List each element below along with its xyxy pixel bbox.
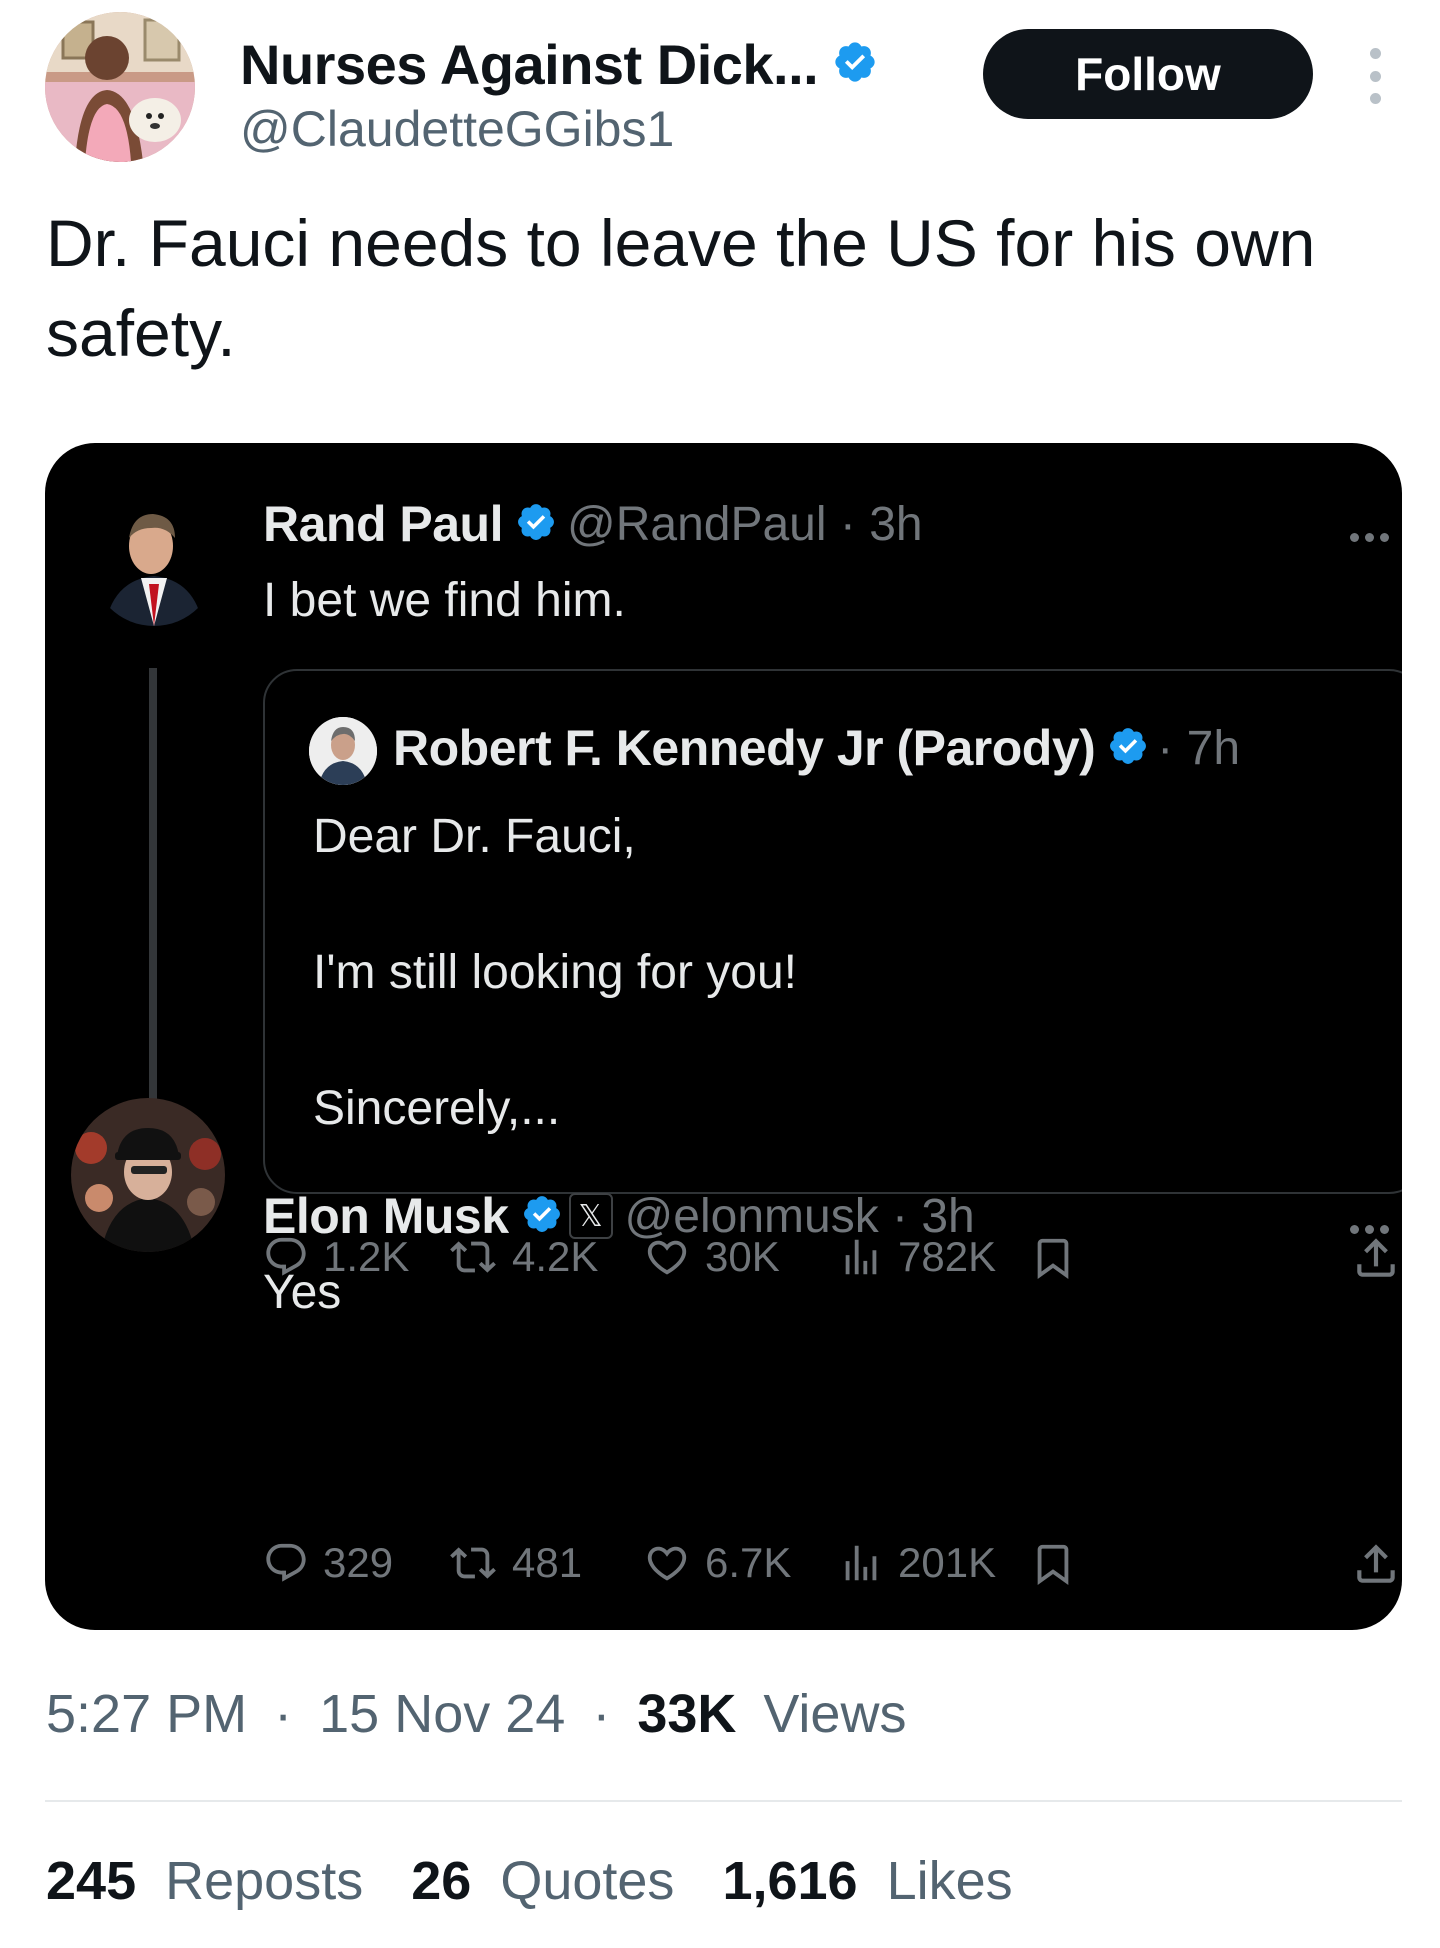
rand-paul-name: Rand Paul [263, 496, 503, 552]
verified-badge-icon [515, 501, 557, 548]
verified-badge-icon [832, 39, 878, 90]
repost-action[interactable]: 481 [448, 1539, 582, 1587]
rand-paul-text: I bet we find him. [263, 574, 626, 627]
reposts-stat[interactable]: 245 Reposts [46, 1850, 363, 1912]
bookmark-icon[interactable] [1030, 1233, 1076, 1283]
elon-musk-name: Elon Musk [263, 1188, 509, 1244]
views-icon [845, 1545, 877, 1581]
views-count: 201K [898, 1539, 997, 1586]
like-count: 6.7K [705, 1539, 792, 1586]
tweet-time[interactable]: 5:27 PM [46, 1684, 247, 1744]
bookmark-icon[interactable] [1030, 1539, 1076, 1589]
divider [45, 1800, 1402, 1802]
elon-musk-header: Elon Musk 𝕏 @elonmusk · 3h [263, 1187, 975, 1245]
elon-musk-avatar [71, 1098, 225, 1252]
reply-icon [266, 1543, 306, 1582]
quoted-line-1: Dear Dr. Fauci, [313, 810, 636, 863]
tweet-text: Dr. Fauci needs to leave the US for his … [46, 206, 1316, 370]
author-avatar[interactable] [45, 12, 195, 162]
quoted-line-3: Sincerely,... [313, 1082, 561, 1135]
author-handle[interactable]: @ClaudetteGGibs1 [240, 100, 674, 158]
meta-separator: · [274, 1684, 293, 1744]
rand-paul-header: Rand Paul @RandPaul · 3h [263, 495, 923, 553]
rfk-header: Robert F. Kennedy Jr (Parody) · 7h [393, 719, 1240, 777]
rand-paul-avatar [91, 500, 217, 626]
more-dots-icon [1350, 1225, 1389, 1234]
views-count: 33K [637, 1684, 737, 1744]
tweet-meta: 5:27 PM · 15 Nov 24 · 33K Views [46, 1683, 906, 1745]
more-dots-icon[interactable] [1365, 48, 1385, 104]
meta-separator: · [592, 1684, 611, 1744]
engagement-stats: 245 Reposts 26 Quotes 1,616 Likes [46, 1850, 1061, 1912]
embedded-screenshot[interactable]: Rand Paul @RandPaul · 3h I bet we find h… [45, 443, 1402, 1630]
like-icon [647, 1546, 687, 1581]
reposts-label: Reposts [165, 1851, 364, 1911]
follow-button[interactable]: Follow [983, 29, 1313, 119]
more-dots-icon [1350, 533, 1389, 542]
reply-count: 329 [323, 1539, 394, 1586]
verified-badge-icon [521, 1193, 563, 1240]
author-name-row[interactable]: Nurses Against Dick... [240, 32, 878, 97]
quoted-line-2: I'm still looking for you! [313, 946, 798, 999]
rand-paul-handle-time: @RandPaul · 3h [566, 497, 923, 551]
rfk-time: · 7h [1157, 721, 1241, 775]
tweet-header: Nurses Against Dick... @ClaudetteGGibs1 … [45, 12, 1395, 172]
views-action[interactable]: 201K [838, 1539, 996, 1587]
quotes-label: Quotes [500, 1851, 675, 1911]
share-icon[interactable] [1351, 1233, 1401, 1283]
elon-musk-handle-time: @elonmusk · 3h [624, 1189, 975, 1243]
tweet-date[interactable]: 15 Nov 24 [319, 1684, 565, 1744]
share-icon[interactable] [1351, 1539, 1401, 1589]
likes-count: 1,616 [722, 1851, 858, 1911]
reposts-count: 245 [46, 1851, 137, 1911]
likes-label: Likes [886, 1851, 1013, 1911]
quotes-stat[interactable]: 26 Quotes [411, 1850, 674, 1912]
views-label: Views [763, 1684, 907, 1744]
elon-musk-text: Yes [263, 1266, 342, 1319]
likes-stat[interactable]: 1,616 Likes [722, 1850, 1012, 1912]
like-action[interactable]: 6.7K [643, 1539, 791, 1587]
rfk-name: Robert F. Kennedy Jr (Parody) [393, 720, 1096, 776]
thread-line [149, 668, 157, 1128]
repost-icon [450, 1547, 496, 1579]
repost-count: 481 [512, 1539, 583, 1586]
author-display-name[interactable]: Nurses Against Dick... [240, 32, 819, 97]
quotes-count: 26 [411, 1851, 472, 1911]
verified-badge-icon [1107, 725, 1149, 772]
quoted-tweet: Robert F. Kennedy Jr (Parody) · 7h Dear … [263, 669, 1402, 1194]
reply-action[interactable]: 329 [263, 1539, 393, 1587]
rfk-avatar [309, 717, 377, 785]
x-affiliate-badge: 𝕏 [568, 1193, 613, 1239]
elon-musk-actions: 329 481 6.7K 201K [263, 1539, 1402, 1599]
